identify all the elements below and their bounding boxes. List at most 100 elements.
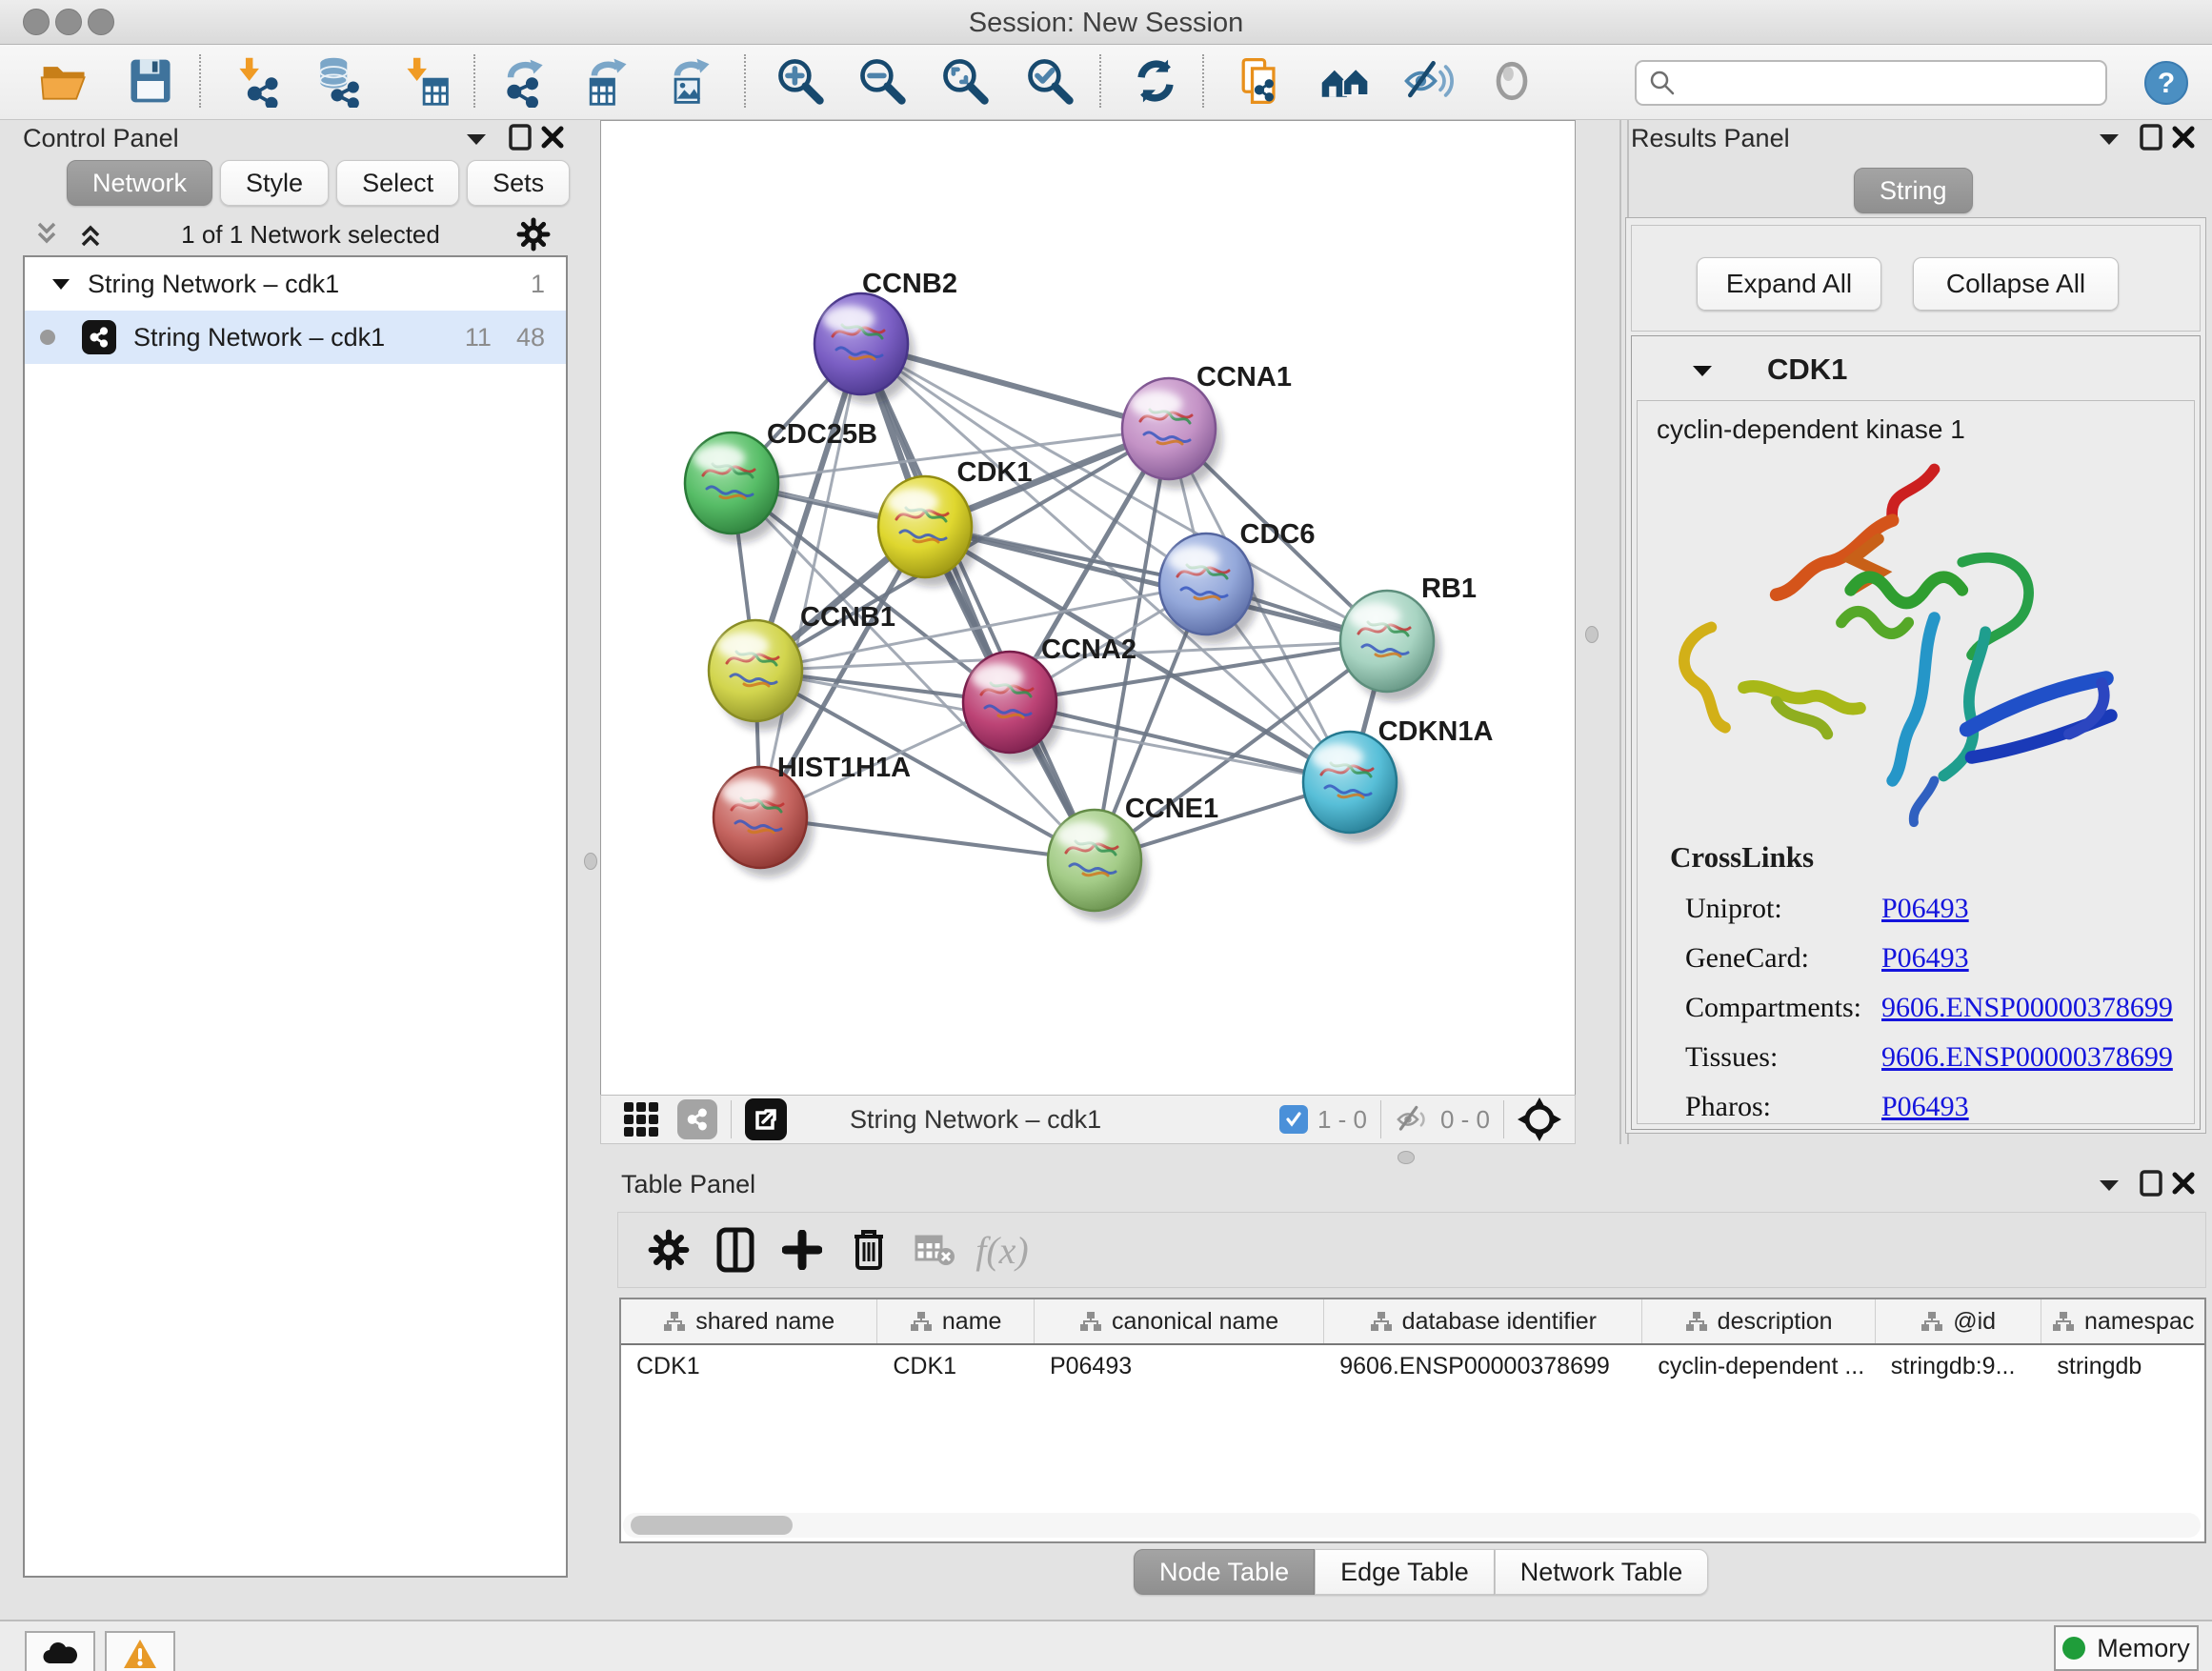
control-panel-close-button[interactable] [535, 120, 570, 154]
cell-database-identifier[interactable]: 9606.ENSP00000378699 [1324, 1345, 1642, 1387]
import-network-file-button[interactable] [228, 50, 289, 111]
expand-all-button[interactable]: Expand All [1697, 257, 1881, 311]
first-neighbors-button[interactable] [1315, 50, 1376, 111]
string-network-graph[interactable]: CCNB2CCNA1CDC25BCDK1CDC6RB1CCNB1CCNA2CDK… [601, 121, 1575, 1095]
trash-icon [851, 1228, 887, 1272]
import-table-file-button[interactable] [395, 50, 456, 111]
tab-sets[interactable]: Sets [467, 160, 570, 206]
show-columns-button[interactable] [702, 1221, 769, 1278]
right-splitter-handle[interactable] [1585, 626, 1599, 643]
tab-string[interactable]: String [1854, 168, 1973, 213]
table-panel-close-button[interactable] [2166, 1166, 2201, 1200]
column-header[interactable]: shared name [621, 1299, 877, 1343]
network-canvas[interactable]: CCNB2CCNA1CDC25BCDK1CDC6RB1CCNB1CCNA2CDK… [600, 120, 1576, 1096]
cell-shared-name[interactable]: CDK1 [621, 1345, 877, 1387]
horizontal-splitter-handle[interactable] [1398, 1151, 1415, 1164]
tab-network[interactable]: Network [67, 160, 212, 206]
cell-namespace[interactable]: stringdb [2041, 1345, 2204, 1387]
zoom-fit-button[interactable] [935, 50, 995, 111]
network-node-CDKN1A[interactable]: CDKN1A [1303, 716, 1493, 842]
node-label-CDC25B: CDC25B [767, 419, 877, 450]
copy-network-icon [1233, 54, 1286, 108]
node-label-CDK1: CDK1 [957, 457, 1033, 488]
fit-selected-crosshair-icon[interactable] [1518, 1097, 1561, 1141]
clone-network-button[interactable] [1229, 50, 1290, 111]
tab-style[interactable]: Style [220, 160, 329, 206]
network-collection-row[interactable]: String Network – cdk1 1 [25, 257, 566, 311]
crosslink-uniprot[interactable]: P06493 [1881, 893, 1969, 925]
zoom-in-button[interactable] [770, 50, 831, 111]
gear-icon[interactable] [516, 217, 551, 252]
create-column-button[interactable] [769, 1221, 835, 1278]
zoom-selected-button[interactable] [1019, 50, 1080, 111]
crosslink-genecard[interactable]: P06493 [1881, 942, 1969, 975]
column-header[interactable]: canonical name [1035, 1299, 1324, 1343]
horizontal-scrollbar[interactable] [623, 1513, 2201, 1538]
delete-column-button[interactable] [835, 1221, 902, 1278]
show-all-button[interactable] [1481, 50, 1542, 111]
node-table[interactable]: shared name name canonical name database… [619, 1298, 2206, 1543]
network-row-selected[interactable]: String Network – cdk1 11 48 [25, 311, 566, 364]
warnings-button[interactable] [105, 1631, 175, 1671]
columns-icon [716, 1227, 754, 1273]
zoom-out-button[interactable] [852, 50, 913, 111]
selected-checkbox[interactable] [1279, 1105, 1308, 1134]
collapse-all-icon[interactable] [32, 220, 61, 249]
table-panel-float-button[interactable] [2134, 1166, 2168, 1200]
crosslink-tissues[interactable]: 9606.ENSP00000378699 [1881, 1041, 2173, 1074]
column-header[interactable]: namespac [2041, 1299, 2204, 1343]
gene-expander-icon[interactable] [1692, 364, 1713, 377]
tab-node-table[interactable]: Node Table [1134, 1549, 1315, 1595]
network-node-HIST1H1A[interactable]: HIST1H1A [714, 753, 911, 877]
column-header[interactable]: @id [1876, 1299, 2042, 1343]
control-panel-menu-button[interactable] [459, 122, 493, 156]
export-table-button[interactable] [576, 50, 637, 111]
cell-id[interactable]: stringdb:9... [1876, 1345, 2042, 1387]
save-session-button[interactable] [120, 50, 181, 111]
export-network-button[interactable] [494, 50, 555, 111]
search-field[interactable] [1635, 60, 2107, 106]
crosslink-compartments[interactable]: 9606.ENSP00000378699 [1881, 992, 2173, 1024]
control-panel-float-button[interactable] [503, 120, 537, 154]
table-row[interactable]: CDK1 CDK1 P06493 9606.ENSP00000378699 cy… [621, 1345, 2204, 1387]
cloud-status-button[interactable] [25, 1631, 95, 1671]
help-button[interactable]: ? [2143, 60, 2189, 111]
network-node-CDC6[interactable]: CDC6 [1159, 519, 1315, 644]
import-network-database-button[interactable] [307, 50, 368, 111]
export-image-button[interactable] [659, 50, 720, 111]
network-node-CCNB2[interactable]: CCNB2 [814, 269, 957, 404]
refresh-view-button[interactable] [1125, 50, 1186, 111]
results-panel-close-button[interactable] [2166, 120, 2201, 154]
search-input[interactable] [1677, 68, 2081, 99]
main-toolbar: ? [0, 45, 2212, 120]
network-node-RB1[interactable]: RB1 [1340, 574, 1477, 701]
expand-all-icon[interactable] [76, 220, 105, 249]
table-panel-menu-button[interactable] [2092, 1168, 2126, 1202]
cell-canonical-name[interactable]: P06493 [1035, 1345, 1324, 1387]
float-window-icon [2140, 124, 2162, 151]
column-header[interactable]: name [877, 1299, 1035, 1343]
sitemap-icon [2052, 1310, 2075, 1333]
grid-view-icon[interactable] [622, 1100, 660, 1138]
results-panel-float-button[interactable] [2134, 120, 2168, 154]
tree-expander-icon[interactable] [51, 277, 70, 291]
results-panel-menu-button[interactable] [2092, 122, 2126, 156]
open-session-button[interactable] [34, 50, 95, 111]
column-header[interactable]: database identifier [1324, 1299, 1642, 1343]
network-node-CCNA1[interactable]: CCNA1 [1122, 362, 1292, 489]
crosslink-pharos[interactable]: P06493 [1881, 1091, 1969, 1123]
left-splitter-handle[interactable] [584, 853, 597, 870]
collapse-all-button[interactable]: Collapse All [1913, 257, 2119, 311]
table-settings-button[interactable] [635, 1221, 702, 1278]
hide-selected-button[interactable] [1398, 50, 1458, 111]
cell-description[interactable]: cyclin-dependent ... [1642, 1345, 1875, 1387]
memory-button[interactable]: Memory [2054, 1625, 2199, 1671]
birds-eye-share-icon[interactable] [677, 1099, 717, 1139]
tab-select[interactable]: Select [336, 160, 459, 206]
tab-edge-table[interactable]: Edge Table [1315, 1549, 1495, 1595]
scrollbar-thumb[interactable] [631, 1516, 793, 1535]
column-header[interactable]: description [1642, 1299, 1875, 1343]
cell-name[interactable]: CDK1 [877, 1345, 1035, 1387]
tab-network-table[interactable]: Network Table [1495, 1549, 1709, 1595]
open-in-window-button[interactable] [745, 1098, 787, 1140]
